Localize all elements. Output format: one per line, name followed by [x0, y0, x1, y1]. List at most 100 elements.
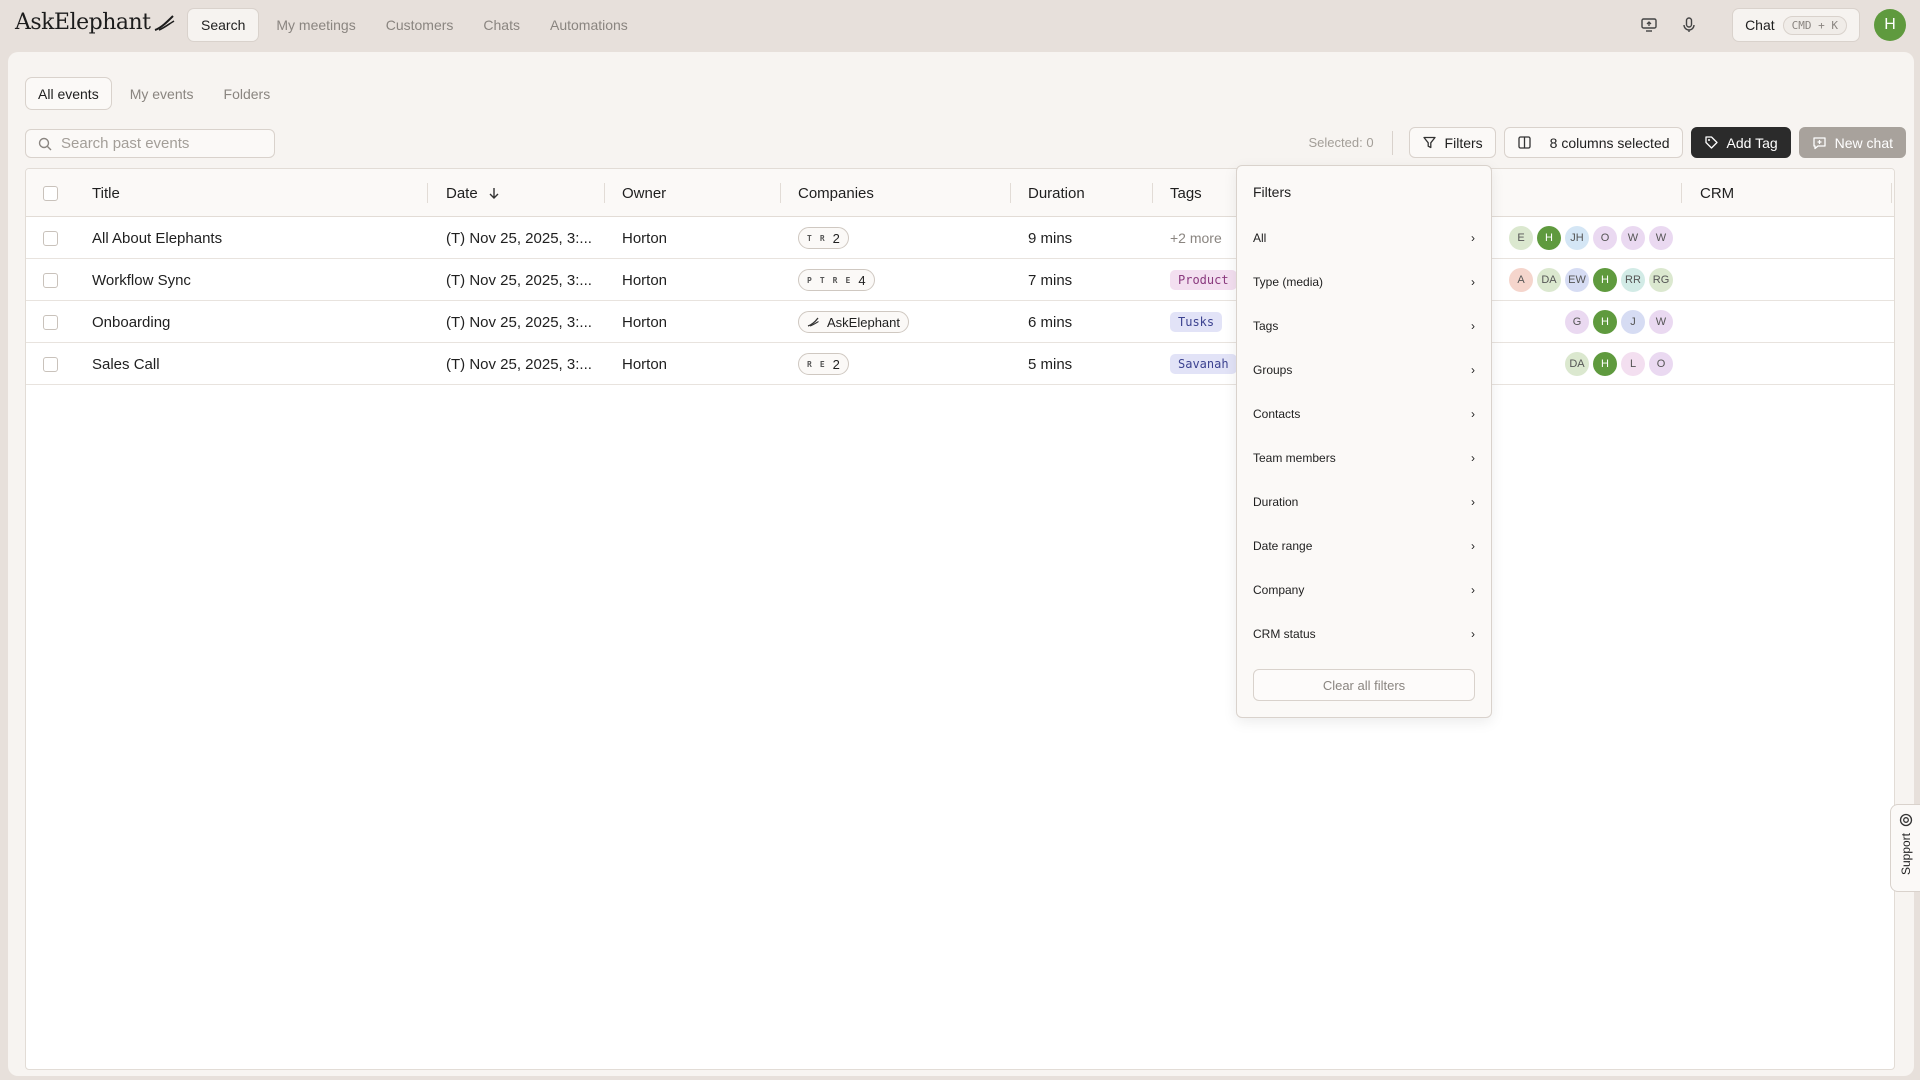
- filter-team-members[interactable]: Team members ›: [1253, 443, 1475, 473]
- avatar[interactable]: RG: [1649, 268, 1673, 292]
- company-logo: E: [845, 275, 851, 285]
- nav-automations[interactable]: Automations: [537, 8, 641, 42]
- column-crm[interactable]: CRM: [1700, 169, 1734, 217]
- avatar[interactable]: O: [1593, 226, 1617, 250]
- column-resizer[interactable]: [604, 183, 605, 203]
- new-chat-icon: [1812, 137, 1826, 150]
- row-checkbox[interactable]: [43, 356, 58, 372]
- nav-my-meetings[interactable]: My meetings: [263, 8, 368, 42]
- search-input[interactable]: [61, 135, 261, 152]
- column-resizer[interactable]: [1681, 183, 1682, 203]
- company-count: 2: [832, 356, 840, 372]
- column-resizer[interactable]: [1891, 183, 1892, 203]
- column-resizer[interactable]: [780, 183, 781, 203]
- avatar[interactable]: H: [1593, 310, 1617, 334]
- event-title[interactable]: Onboarding: [92, 301, 170, 343]
- row-checkbox[interactable]: [43, 230, 58, 246]
- column-resizer[interactable]: [1010, 183, 1011, 203]
- avatar[interactable]: W: [1621, 226, 1645, 250]
- filter-duration[interactable]: Duration ›: [1253, 487, 1475, 517]
- avatar[interactable]: J: [1621, 310, 1645, 334]
- nav-search[interactable]: Search: [187, 8, 260, 42]
- columns-button[interactable]: 8 columns selected: [1503, 127, 1683, 158]
- table-row[interactable]: Workflow Sync (T) Nov 25, 2025, 3:... Ho…: [26, 259, 1894, 301]
- tag-badge[interactable]: Product: [1170, 270, 1237, 290]
- row-checkbox[interactable]: [43, 314, 58, 330]
- events-table: Title Date Owner Companies Duration Tags…: [25, 168, 1895, 1070]
- filter-crm-status[interactable]: CRM status ›: [1253, 619, 1475, 649]
- filter-tags[interactable]: Tags ›: [1253, 311, 1475, 341]
- filter-all[interactable]: All ›: [1253, 223, 1475, 253]
- column-duration[interactable]: Duration: [1028, 169, 1085, 217]
- companies-chip[interactable]: R E 2: [798, 353, 849, 375]
- filter-type-media[interactable]: Type (media) ›: [1253, 267, 1475, 297]
- companies-chip[interactable]: AskElephant: [798, 311, 909, 333]
- companies-chip[interactable]: P T R E 4: [798, 269, 875, 291]
- app-logo[interactable]: AskElephant: [15, 10, 175, 35]
- filter-date-range[interactable]: Date range ›: [1253, 531, 1475, 561]
- row-checkbox[interactable]: [43, 272, 58, 288]
- column-resizer[interactable]: [427, 183, 428, 203]
- microphone-icon[interactable]: [1676, 12, 1702, 38]
- tab-folders[interactable]: Folders: [212, 77, 283, 110]
- avatar[interactable]: E: [1509, 226, 1533, 250]
- filter-contacts[interactable]: Contacts ›: [1253, 399, 1475, 429]
- column-resizer[interactable]: [1152, 183, 1153, 203]
- column-tags[interactable]: Tags: [1170, 169, 1202, 217]
- avatar[interactable]: RR: [1621, 268, 1645, 292]
- chat-button[interactable]: Chat CMD + K: [1732, 8, 1860, 42]
- avatar[interactable]: DA: [1537, 268, 1561, 292]
- avatar[interactable]: H: [1593, 352, 1617, 376]
- filter-company[interactable]: Company ›: [1253, 575, 1475, 605]
- select-all-checkbox[interactable]: [43, 185, 58, 201]
- event-title[interactable]: All About Elephants: [92, 217, 222, 259]
- chevron-right-icon: ›: [1471, 539, 1475, 553]
- chat-label: Chat: [1745, 17, 1775, 33]
- event-tabs: All events My events Folders: [25, 77, 282, 110]
- screen-share-icon[interactable]: [1636, 12, 1662, 38]
- support-tab[interactable]: Support: [1890, 804, 1920, 892]
- filter-label: Date range: [1253, 539, 1313, 553]
- table-row[interactable]: All About Elephants (T) Nov 25, 2025, 3:…: [26, 217, 1894, 259]
- avatar[interactable]: JH: [1565, 226, 1589, 250]
- avatar[interactable]: W: [1649, 310, 1673, 334]
- event-title[interactable]: Sales Call: [92, 343, 160, 385]
- clear-all-filters-button[interactable]: Clear all filters: [1253, 669, 1475, 701]
- table-row[interactable]: Sales Call (T) Nov 25, 2025, 3:... Horto…: [26, 343, 1894, 385]
- avatar[interactable]: G: [1565, 310, 1589, 334]
- tab-all-events[interactable]: All events: [25, 77, 112, 110]
- tag-badge[interactable]: Savanah: [1170, 354, 1237, 374]
- avatar[interactable]: O: [1649, 352, 1673, 376]
- chevron-right-icon: ›: [1471, 319, 1475, 333]
- tag-badge[interactable]: Tusks: [1170, 312, 1223, 332]
- table-row[interactable]: Onboarding (T) Nov 25, 2025, 3:... Horto…: [26, 301, 1894, 343]
- column-date[interactable]: Date: [446, 169, 500, 217]
- add-tag-button[interactable]: Add Tag: [1690, 127, 1791, 158]
- new-chat-button[interactable]: New chat: [1798, 127, 1906, 158]
- avatar[interactable]: L: [1621, 352, 1645, 376]
- column-title[interactable]: Title: [92, 169, 120, 217]
- avatar[interactable]: DA: [1565, 352, 1589, 376]
- add-tag-label: Add Tag: [1726, 134, 1778, 151]
- column-owner[interactable]: Owner: [622, 169, 666, 217]
- tab-my-events[interactable]: My events: [118, 77, 206, 110]
- participant-avatars: A DA EW H RR RG: [1509, 268, 1673, 292]
- event-duration: 6 mins: [1028, 313, 1073, 331]
- more-tags-link[interactable]: +2 more: [1170, 230, 1222, 246]
- avatar[interactable]: H: [1537, 226, 1561, 250]
- avatar[interactable]: A: [1509, 268, 1533, 292]
- filters-button[interactable]: Filters: [1408, 127, 1496, 158]
- filter-groups[interactable]: Groups ›: [1253, 355, 1475, 385]
- user-avatar[interactable]: H: [1874, 9, 1906, 41]
- avatar[interactable]: H: [1593, 268, 1617, 292]
- avatar[interactable]: W: [1649, 226, 1673, 250]
- column-companies[interactable]: Companies: [798, 169, 874, 217]
- company-logo: T: [807, 233, 812, 243]
- nav-customers[interactable]: Customers: [373, 8, 467, 42]
- logo-text: AskElephant: [15, 10, 151, 35]
- companies-chip[interactable]: T R 2: [798, 227, 849, 249]
- nav-chats[interactable]: Chats: [470, 8, 533, 42]
- avatar[interactable]: EW: [1565, 268, 1589, 292]
- event-date: (T) Nov 25, 2025, 3:...: [446, 313, 592, 331]
- event-title[interactable]: Workflow Sync: [92, 259, 191, 301]
